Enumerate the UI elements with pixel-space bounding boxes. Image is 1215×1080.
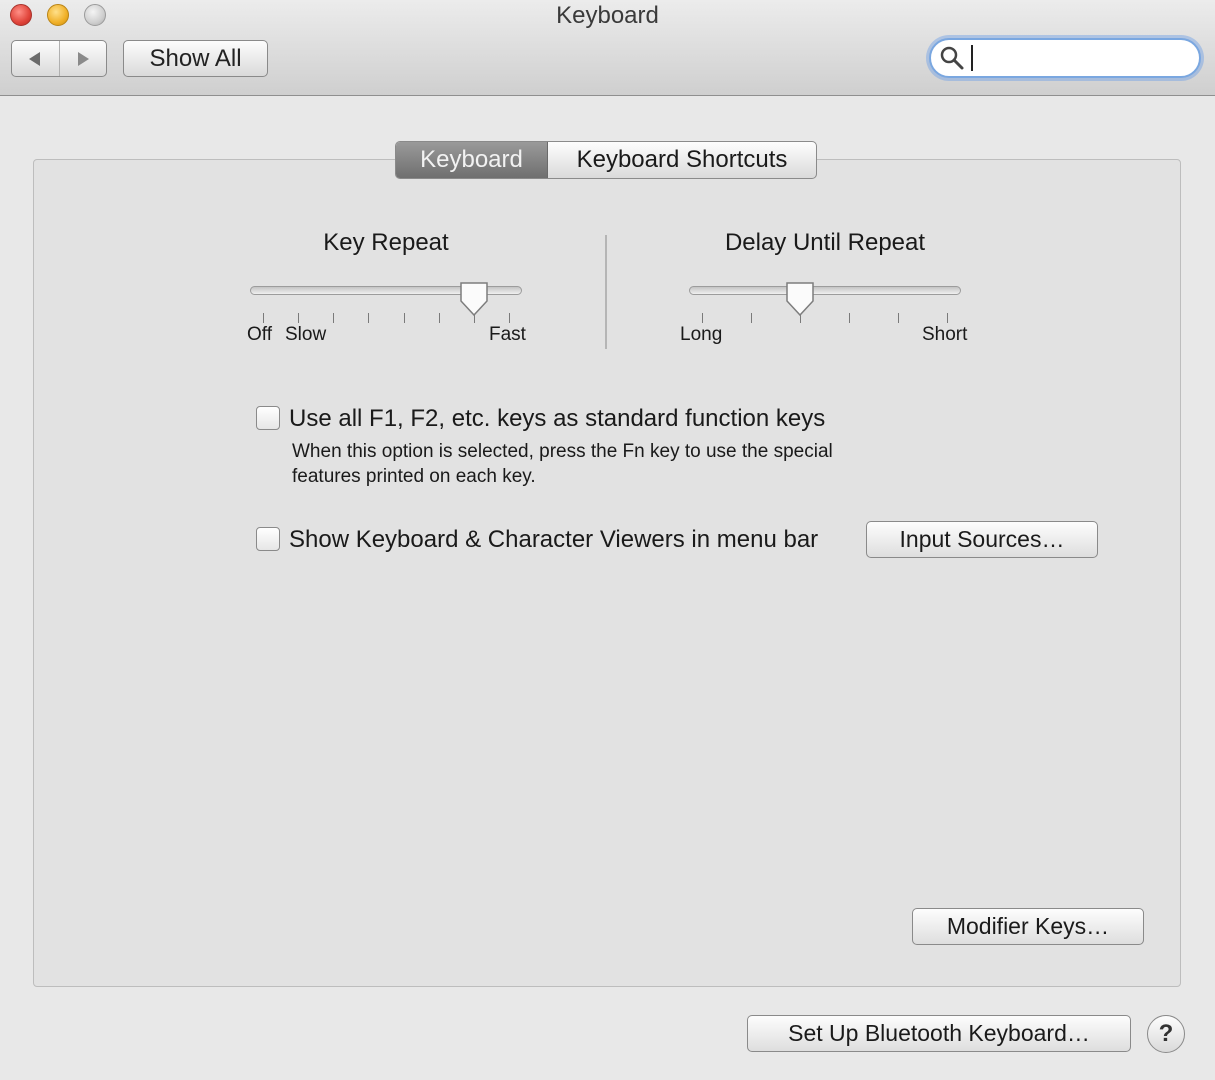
delay-until-repeat-tick — [702, 313, 703, 323]
tab-content-panel — [33, 159, 1181, 987]
key-repeat-tick — [368, 313, 369, 323]
forward-button[interactable] — [58, 41, 107, 76]
delay-until-repeat-title: Delay Until Repeat — [724, 229, 926, 256]
key-repeat-tick — [263, 313, 264, 323]
function-keys-checkbox[interactable] — [256, 406, 280, 430]
function-keys-help-line2: features printed on each key. — [292, 466, 536, 487]
key-repeat-off-label: Off — [247, 324, 272, 345]
forward-arrow-icon — [77, 51, 89, 66]
function-keys-help-line1: When this option is selected, press the … — [292, 441, 833, 462]
key-repeat-slow-label: Slow — [285, 324, 327, 345]
show-viewers-checkbox[interactable] — [256, 527, 280, 551]
slider-divider — [605, 235, 607, 349]
key-repeat-tick — [333, 313, 334, 323]
text-cursor — [971, 45, 973, 71]
back-button[interactable] — [12, 41, 59, 76]
key-repeat-fast-label: Fast — [489, 324, 526, 345]
help-button[interactable]: ? — [1147, 1015, 1185, 1053]
key-repeat-title: Key Repeat — [323, 229, 449, 256]
back-forward-control — [11, 40, 107, 77]
delay-until-repeat-slider-track[interactable] — [689, 286, 961, 295]
tab-keyboard[interactable]: Keyboard — [396, 142, 548, 178]
search-field[interactable] — [929, 38, 1201, 78]
window-titlebar: Keyboard Show All — [0, 0, 1215, 96]
delay-until-repeat-tick — [898, 313, 899, 323]
key-repeat-tick — [404, 313, 405, 323]
key-repeat-tick — [509, 313, 510, 323]
input-sources-button[interactable]: Input Sources… — [866, 521, 1098, 558]
back-arrow-icon — [29, 51, 41, 66]
show-all-button[interactable]: Show All — [123, 40, 268, 77]
search-icon — [940, 46, 964, 70]
set-up-bluetooth-keyboard-button[interactable]: Set Up Bluetooth Keyboard… — [747, 1015, 1131, 1052]
delay-until-repeat-tick — [947, 313, 948, 323]
delay-until-repeat-tick — [751, 313, 752, 323]
show-viewers-label[interactable]: Show Keyboard & Character Viewers in men… — [289, 526, 818, 554]
window-title: Keyboard — [556, 2, 659, 29]
delay-until-repeat-tick — [849, 313, 850, 323]
modifier-keys-button[interactable]: Modifier Keys… — [912, 908, 1144, 945]
delay-long-label: Long — [680, 324, 723, 345]
key-repeat-tick — [298, 313, 299, 323]
delay-until-repeat-slider-knob[interactable] — [785, 281, 815, 317]
tab-bar: Keyboard Keyboard Shortcuts — [395, 141, 817, 179]
function-keys-label[interactable]: Use all F1, F2, etc. keys as standard fu… — [289, 405, 825, 433]
delay-short-label: Short — [922, 324, 968, 345]
tab-keyboard-shortcuts[interactable]: Keyboard Shortcuts — [548, 142, 816, 178]
key-repeat-tick — [439, 313, 440, 323]
key-repeat-slider-knob[interactable] — [459, 281, 489, 317]
